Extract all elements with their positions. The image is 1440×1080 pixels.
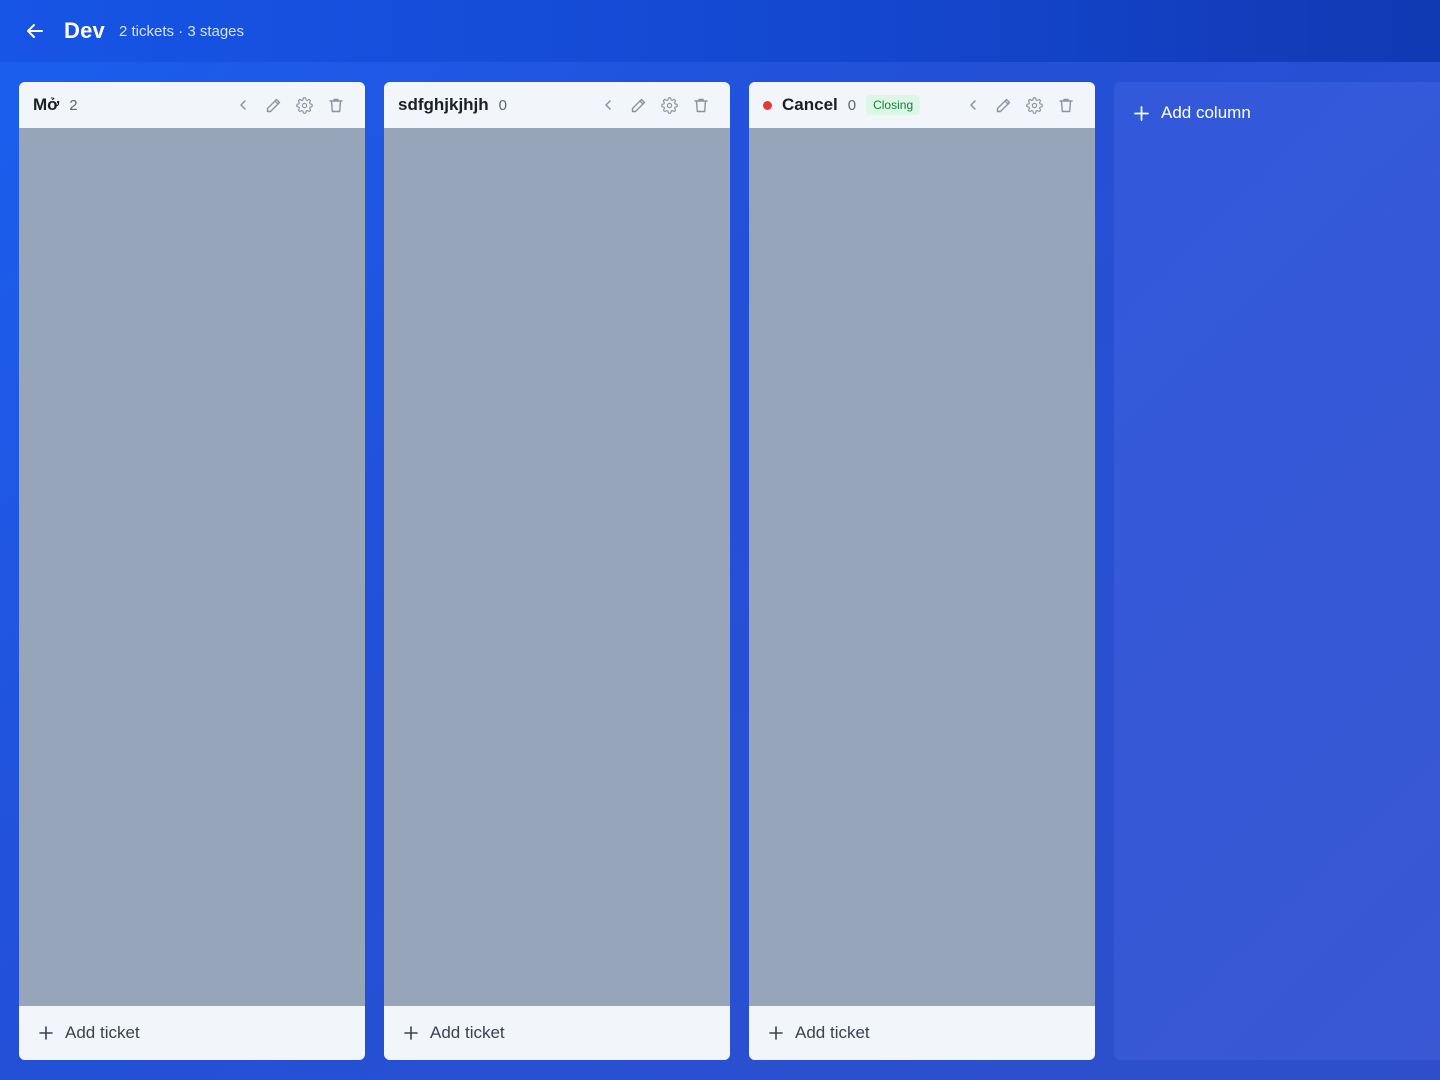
collapse-column-button[interactable]: [592, 90, 623, 120]
edit-column-button[interactable]: [623, 90, 654, 120]
trash-icon: [1058, 98, 1073, 112]
add-ticket-button[interactable]: Add ticket: [384, 1006, 730, 1060]
delete-column-button[interactable]: [1050, 90, 1081, 120]
stage-column: Cancel 0 Closing Add ticket: [749, 82, 1095, 1060]
pencil-icon: [996, 98, 1011, 112]
column-ticket-list: [384, 128, 730, 1006]
collapse-column-button[interactable]: [957, 90, 988, 120]
pencil-icon: [631, 98, 646, 112]
add-column-content: Add column: [1134, 102, 1251, 124]
column-ticket-list: [19, 128, 365, 1006]
pencil-icon: [266, 98, 281, 112]
chevron-left-icon: [604, 100, 611, 110]
stage-column: sdfghjkjhjh 0 Add ticket: [384, 82, 730, 1060]
delete-column-button[interactable]: [685, 90, 716, 120]
column-ticket-count: 0: [847, 96, 857, 114]
arrow-left-icon: [27, 24, 43, 38]
plus-icon: [1134, 105, 1149, 121]
column-settings-button[interactable]: [289, 90, 320, 120]
add-ticket-button[interactable]: Add ticket: [749, 1006, 1095, 1060]
add-column-button[interactable]: Add column: [1114, 82, 1440, 1060]
add-ticket-button[interactable]: Add ticket: [19, 1006, 365, 1060]
chevron-left-icon: [969, 100, 976, 110]
column-title[interactable]: sdfghjkjhjh: [398, 95, 489, 115]
column-settings-button[interactable]: [1019, 90, 1050, 120]
plus-icon: [404, 1026, 418, 1040]
column-actions: [957, 90, 1081, 120]
trash-icon: [328, 98, 343, 112]
gear-icon: [296, 96, 313, 114]
gear-icon: [1026, 96, 1043, 114]
column-settings-button[interactable]: [654, 90, 685, 120]
add-column-label: Add column: [1161, 103, 1251, 122]
trash-icon: [693, 98, 708, 112]
closing-badge: Closing: [866, 95, 921, 115]
edit-column-button[interactable]: [258, 90, 289, 120]
gear-icon: [661, 96, 678, 114]
chevron-left-icon: [239, 100, 246, 110]
column-actions: [592, 90, 716, 120]
add-ticket-label: Add ticket: [65, 1023, 140, 1042]
board-title: Dev: [64, 18, 105, 43]
collapse-column-button[interactable]: [227, 90, 258, 120]
column-header: Mở 2: [19, 82, 365, 128]
plus-icon: [39, 1026, 53, 1040]
board-meta: 2 tickets · 3 stages: [118, 22, 245, 40]
top-bar: Dev 2 tickets · 3 stages: [0, 0, 1440, 62]
column-ticket-list: [749, 128, 1095, 1006]
edit-column-button[interactable]: [988, 90, 1019, 120]
column-title[interactable]: Cancel: [782, 95, 838, 115]
back-button[interactable]: [24, 20, 46, 42]
column-actions: [227, 90, 351, 120]
column-ticket-count: 2: [69, 96, 78, 114]
column-ticket-count: 0: [498, 96, 508, 114]
plus-icon: [769, 1026, 783, 1040]
closing-stage-dot: [763, 100, 772, 110]
delete-column-button[interactable]: [320, 90, 351, 120]
column-header: Cancel 0 Closing: [749, 82, 1095, 128]
add-ticket-label: Add ticket: [795, 1023, 870, 1042]
add-ticket-label: Add ticket: [430, 1023, 505, 1042]
stage-column: Mở 2 Add ticket: [19, 82, 365, 1060]
column-header: sdfghjkjhjh 0: [384, 82, 730, 128]
column-title[interactable]: Mở: [33, 95, 59, 115]
